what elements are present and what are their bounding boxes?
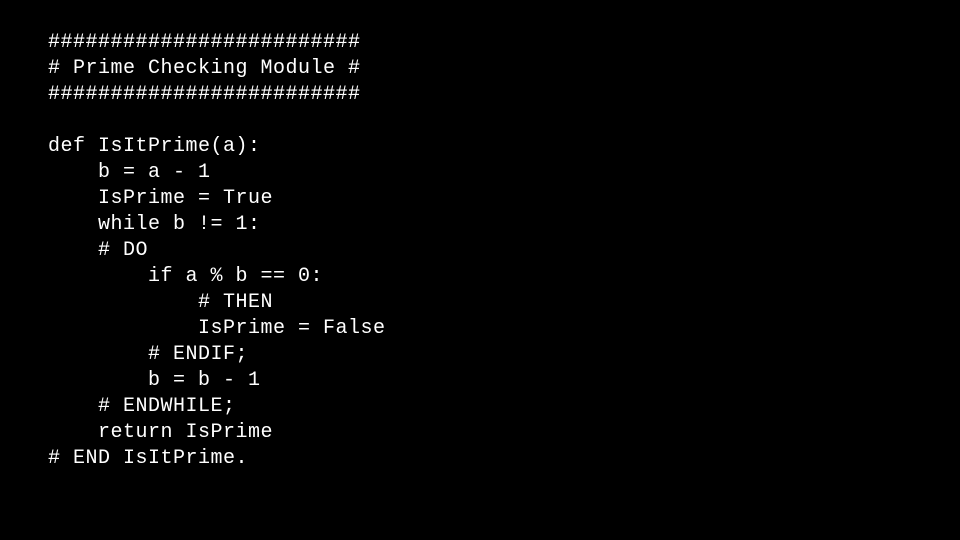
code-line: if a % b == 0: — [48, 265, 323, 288]
code-line: # ENDIF; — [48, 343, 248, 366]
code-line: ######################### — [48, 83, 361, 106]
code-line: return IsPrime — [48, 421, 273, 444]
code-block: ######################### # Prime Checki… — [0, 0, 960, 472]
code-line: ######################### — [48, 31, 361, 54]
code-line: IsPrime = False — [48, 317, 386, 340]
code-line: # DO — [48, 239, 148, 262]
code-line: # ENDWHILE; — [48, 395, 236, 418]
code-line: def IsItPrime(a): — [48, 135, 261, 158]
code-line: b = b - 1 — [48, 369, 261, 392]
code-line: # Prime Checking Module # — [48, 57, 361, 80]
code-line: IsPrime = True — [48, 187, 273, 210]
code-line: # THEN — [48, 291, 273, 314]
code-line: # END IsItPrime. — [48, 447, 248, 470]
code-line: while b != 1: — [48, 213, 261, 236]
code-line: b = a - 1 — [48, 161, 211, 184]
